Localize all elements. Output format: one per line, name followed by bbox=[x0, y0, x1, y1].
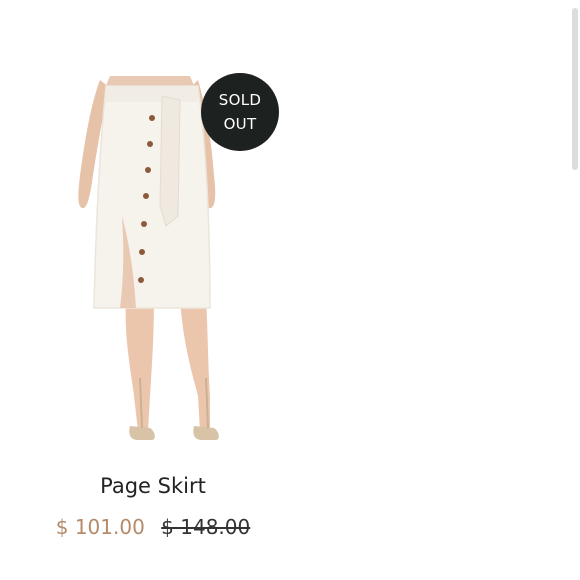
original-price: $ 148.00 bbox=[161, 515, 251, 539]
product-card[interactable]: SOLD OUT Page Skirt $ 101.00 $ 148.00 bbox=[30, 66, 280, 556]
product-title[interactable]: Page Skirt bbox=[30, 474, 276, 498]
product-page: SOLD OUT Page Skirt $ 101.00 $ 148.00 bbox=[0, 0, 580, 580]
sold-out-badge: SOLD OUT bbox=[201, 73, 279, 151]
sold-out-badge-line2: OUT bbox=[223, 115, 257, 133]
sold-out-badge-line1: SOLD bbox=[218, 91, 262, 109]
scrollbar-thumb[interactable] bbox=[572, 8, 578, 170]
price-row: $ 101.00 $ 148.00 bbox=[30, 515, 276, 539]
sale-price: $ 101.00 bbox=[55, 515, 145, 539]
scrollbar[interactable] bbox=[570, 0, 580, 580]
